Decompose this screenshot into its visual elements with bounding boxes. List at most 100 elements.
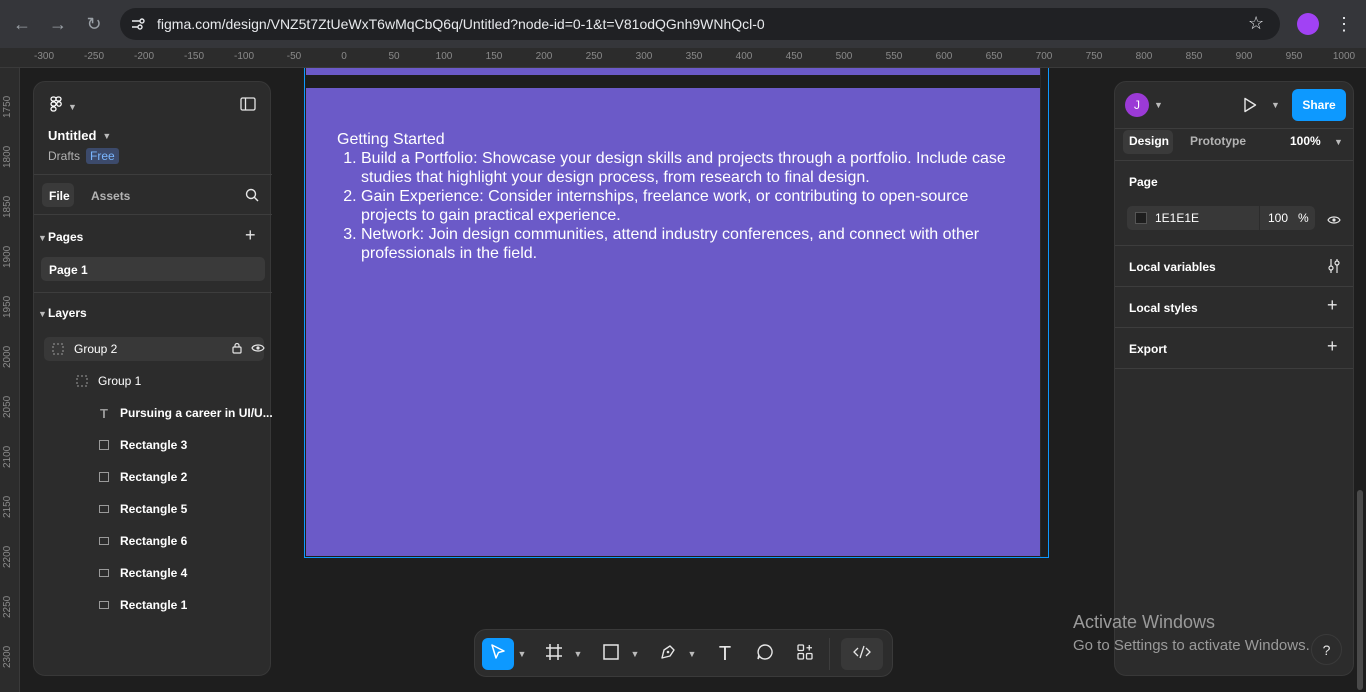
shape-tool[interactable] (595, 638, 627, 670)
forward-icon[interactable]: → (46, 12, 70, 36)
layer-item[interactable]: Rectangle 1 (96, 595, 187, 615)
export-title[interactable]: Export (1129, 342, 1167, 356)
help-button[interactable]: ? (1311, 634, 1342, 665)
text-tool[interactable]: T (709, 638, 741, 670)
ruler-tick-label: 200 (535, 51, 553, 62)
visibility-eye-icon[interactable] (251, 342, 265, 356)
reload-icon[interactable]: ↻ (82, 12, 106, 36)
local-styles-title[interactable]: Local styles (1129, 301, 1198, 315)
chevron-down-icon[interactable]: ▼ (573, 638, 583, 670)
add-page-icon[interactable]: + (245, 225, 256, 246)
layer-item[interactable]: Rectangle 2 (96, 467, 187, 487)
tab-file[interactable]: File (49, 189, 70, 203)
group-icon (74, 373, 90, 389)
page-opacity[interactable]: 100 (1268, 211, 1288, 225)
ruler-tick-label: 600 (935, 51, 953, 62)
ruler-tick-label: 50 (388, 51, 400, 62)
ruler-tick-label: -100 (233, 51, 255, 62)
layer-name: Rectangle 2 (120, 470, 188, 484)
chevron-down-icon[interactable]: ▼ (1271, 100, 1280, 110)
page-section-title: Page (1129, 175, 1158, 189)
ruler-tick-label: 0 (341, 51, 347, 62)
comment-tool[interactable] (749, 638, 781, 670)
tab-prototype[interactable]: Prototype (1190, 134, 1246, 148)
collapse-layers-icon[interactable]: ▼ (38, 309, 47, 319)
divider (1115, 245, 1353, 246)
ruler-tick-label: -50 (286, 51, 302, 62)
back-icon[interactable]: ← (10, 12, 34, 36)
divider (1115, 128, 1353, 129)
visibility-eye-icon[interactable] (1327, 212, 1341, 230)
user-avatar[interactable]: J (1125, 93, 1149, 117)
address-bar[interactable]: figma.com/design/VNZ5t7ZtUeWxT6wMqCbQ6q/… (120, 8, 1280, 40)
layer-item[interactable]: Rectangle 4 (96, 563, 187, 583)
present-play-icon[interactable] (1243, 97, 1257, 118)
site-settings-icon[interactable] (128, 14, 148, 34)
figma-logo-icon (50, 96, 64, 117)
layer-item[interactable]: Rectangle 3 (96, 435, 187, 455)
dev-mode-toggle[interactable] (841, 638, 883, 670)
url-text[interactable]: figma.com/design/VNZ5t7ZtUeWxT6wMqCbQ6q/… (157, 16, 765, 32)
add-export-icon[interactable]: + (1327, 336, 1338, 357)
ruler-tick-label: 900 (1235, 51, 1253, 62)
rectangle-icon (602, 643, 620, 666)
local-variables-title[interactable]: Local variables (1129, 260, 1216, 274)
search-icon[interactable] (245, 188, 259, 207)
ruler-tick-label: 2050 (2, 395, 13, 418)
ruler-tick-label: 350 (685, 51, 703, 62)
browser-menu-icon[interactable]: ⋮ (1334, 12, 1354, 36)
lock-icon[interactable] (232, 342, 242, 357)
layer-item[interactable]: T Pursuing a career in UI/U... (96, 403, 273, 423)
add-style-icon[interactable]: + (1327, 295, 1338, 316)
frame-tool[interactable] (538, 638, 570, 670)
zoom-level[interactable]: 100% (1290, 134, 1321, 148)
variables-icon[interactable] (1327, 258, 1341, 279)
frame-heading: Getting Started (337, 131, 445, 148)
share-button[interactable]: Share (1292, 89, 1346, 121)
file-location[interactable]: Drafts (48, 149, 80, 163)
chevron-down-icon[interactable]: ▼ (1154, 100, 1163, 110)
plan-badge[interactable]: Free (86, 148, 119, 164)
group-icon (50, 341, 66, 357)
ruler-tick-label: 250 (585, 51, 603, 62)
divider (1115, 368, 1353, 369)
bookmark-star-icon[interactable]: ☆ (1248, 13, 1264, 34)
ruler-tick-label: 100 (435, 51, 453, 62)
layer-item[interactable]: Rectangle 6 (96, 531, 187, 551)
page-color-hex[interactable]: 1E1E1E (1155, 211, 1199, 225)
chevron-down-icon[interactable]: ▼ (1334, 137, 1343, 147)
layer-item[interactable]: Group 1 (74, 371, 141, 391)
toggle-sidebar-icon[interactable] (240, 97, 256, 116)
tab-design[interactable]: Design (1129, 134, 1169, 148)
ruler-tick-label: 1800 (2, 145, 13, 168)
main-menu-button[interactable]: ▼ (50, 96, 77, 117)
pen-icon (659, 643, 677, 666)
ruler-tick-label: 650 (985, 51, 1003, 62)
ruler-tick-label: 750 (1085, 51, 1103, 62)
pages-header[interactable]: Pages (48, 230, 83, 244)
ruler-tick-label: 1000 (1332, 51, 1356, 62)
browser-profile-avatar[interactable] (1297, 13, 1319, 35)
pen-tool[interactable] (652, 638, 684, 670)
divider (1259, 206, 1260, 230)
tab-assets[interactable]: Assets (91, 189, 130, 203)
layer-item[interactable]: Rectangle 5 (96, 499, 187, 519)
left-panel: ▼ Untitled ▼ Drafts Free File Assets ▼ P… (33, 81, 273, 676)
ruler-tick-label: -200 (133, 51, 155, 62)
chevron-down-icon[interactable]: ▼ (687, 638, 697, 670)
color-swatch[interactable] (1135, 212, 1147, 224)
layer-item[interactable]: Group 2 (50, 339, 265, 359)
collapse-pages-icon[interactable]: ▼ (38, 233, 47, 243)
chevron-down-icon[interactable]: ▼ (630, 638, 640, 670)
layer-name: Rectangle 1 (120, 598, 188, 612)
scrollbar[interactable] (1357, 490, 1363, 690)
ruler-tick-label: -150 (183, 51, 205, 62)
file-name-button[interactable]: Untitled ▼ (48, 128, 111, 143)
layers-header[interactable]: Layers (48, 306, 87, 320)
layer-name: Rectangle 6 (120, 534, 188, 548)
chevron-down-icon[interactable]: ▼ (517, 638, 527, 670)
ruler-tick-label: 150 (485, 51, 503, 62)
frame-text[interactable]: Getting Started Build a Portfolio: Showc… (337, 130, 1027, 263)
actions-tool[interactable] (789, 638, 821, 670)
move-tool[interactable] (482, 638, 514, 670)
